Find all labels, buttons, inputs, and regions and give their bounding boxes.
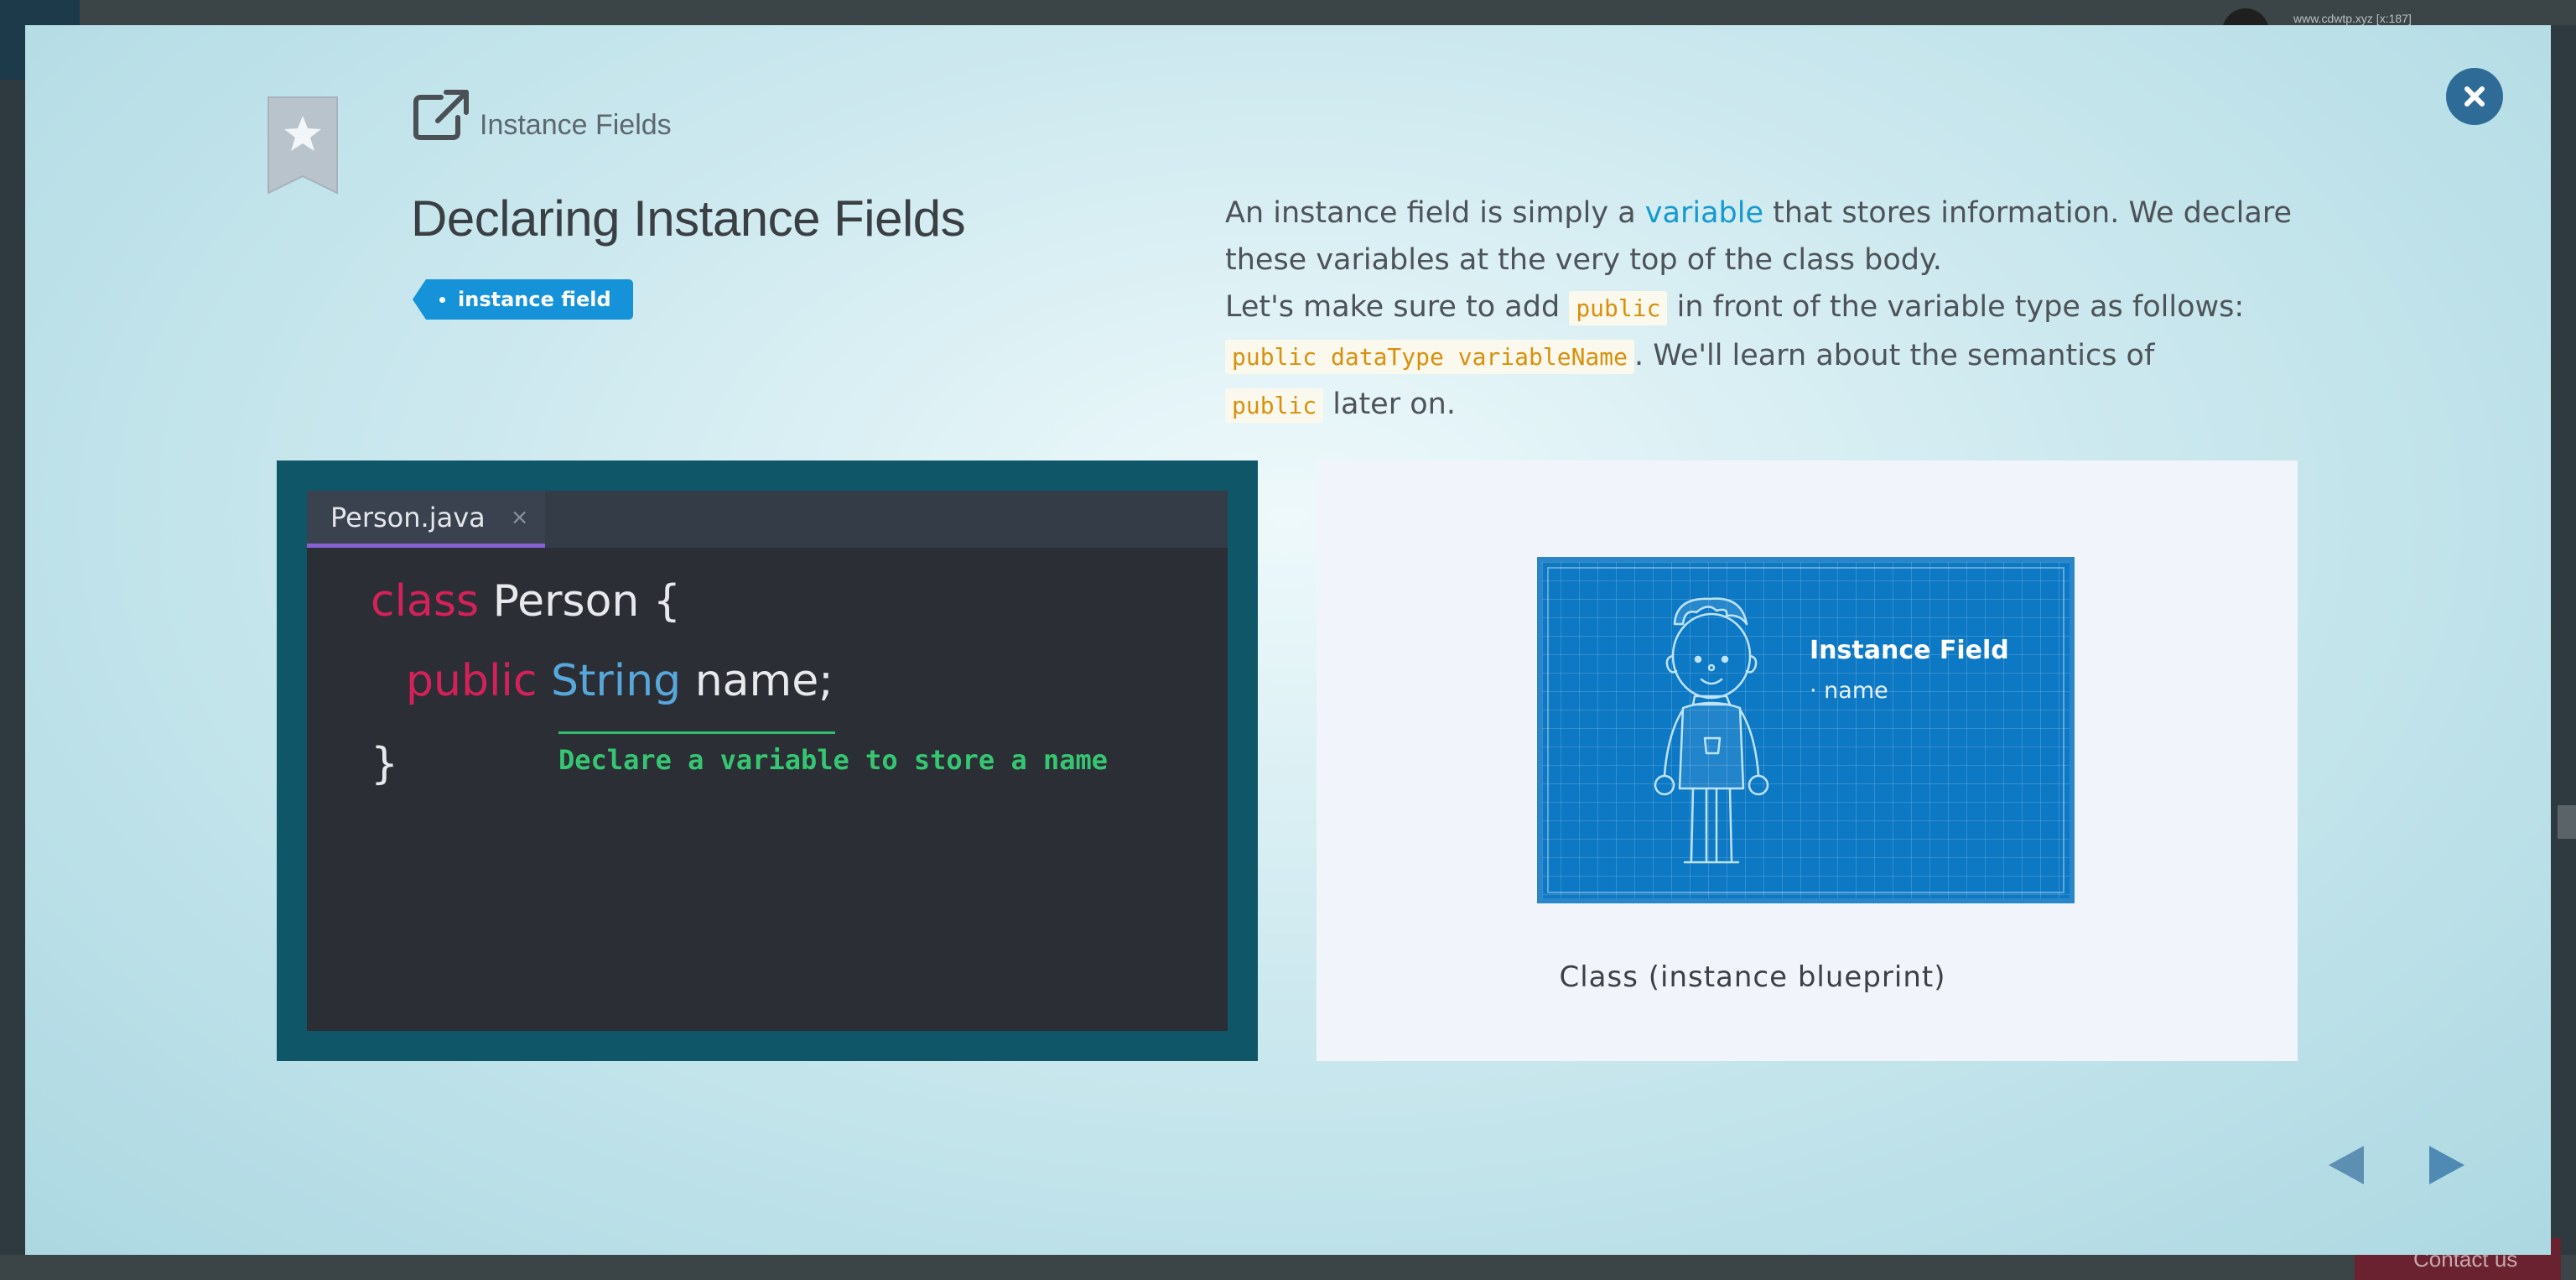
inline-code: public [1569,291,1668,325]
editor-tab-name: Person.java [330,501,486,533]
previous-button[interactable] [2321,1140,2371,1190]
close-icon [2464,86,2485,107]
arrow-left-icon [2329,1146,2364,1184]
tab-close-icon[interactable]: × [511,505,529,530]
external-link-icon[interactable] [413,89,470,141]
code-annotation: Declare a variable to store a name [558,744,1109,776]
blueprint-border [1547,567,2064,893]
background-url-text: www.cdwtp.xyz [x:187] [2293,12,2412,25]
code-keyword: public [406,656,538,706]
editor-tab[interactable]: Person.java × [307,491,545,548]
bookmark-button[interactable] [267,96,339,195]
lesson-modal: Instance Fields Declaring Instance Field… [25,25,2551,1255]
code-editor: Person.java × class Person { public Stri… [307,491,1228,1031]
close-button[interactable] [2449,70,2501,122]
description-paragraph-1: An instance field is simply a variable t… [1225,190,2307,284]
person-figure [1654,597,1769,864]
blueprint-field: · name [1810,678,1888,704]
concept-tag[interactable]: instance field [413,279,633,320]
description-text: in front of the variable type as follows… [1667,290,2245,324]
editor-tab-bar: Person.java × [307,491,1228,548]
description-text: later on. [1323,388,1456,421]
variable-link[interactable]: variable [1645,196,1763,230]
description-text: An instance field is simply a [1225,196,1645,230]
code-keyword: class [371,576,480,627]
code-underline [558,731,835,734]
breadcrumb: Instance Fields [413,89,672,141]
blueprint: Instance Field · name [1537,557,2075,903]
code-line-3: } [371,739,399,789]
background-scrollbar-thumb[interactable] [2558,805,2576,839]
code-text: name; [681,656,834,706]
code-illustration: Person.java × class Person { public Stri… [277,460,1258,1061]
inline-code: public dataType variableName [1225,340,1635,374]
code-text: Person { [479,576,681,627]
description: An instance field is simply a variable t… [1225,190,2307,429]
bookmark-star-icon [267,96,338,195]
tag-label: instance field [458,288,611,311]
diagram-caption: Class (instance blueprint) [1559,960,1946,994]
description-paragraph-2: Let's make sure to add public in front o… [1225,284,2307,429]
background-bottom-bar [0,1255,2576,1280]
blueprint-title: Instance Field [1810,636,2009,665]
code-line-2: public String name; [406,656,834,706]
page-title: Declaring Instance Fields [411,190,966,247]
inline-code: public [1225,388,1324,423]
diagram-illustration: Instance Field · name Class (instance bl… [1317,460,2298,1061]
description-text: Let's make sure to add [1225,290,1570,324]
code-line-1: class Person { [371,576,681,627]
next-button[interactable] [2422,1140,2472,1190]
code-type: String [551,656,682,706]
tag-dot [439,297,445,303]
background-top-bar [0,0,2576,25]
description-text: . We'll learn about the semantics of [1634,339,2155,372]
arrow-right-icon [2429,1146,2464,1184]
breadcrumb-label: Instance Fields [480,109,672,141]
